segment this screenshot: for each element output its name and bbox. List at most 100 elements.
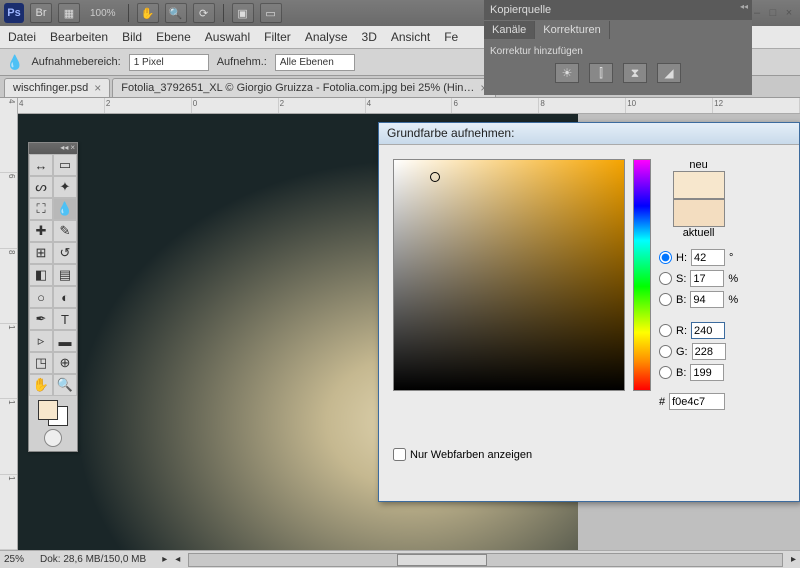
- color-field[interactable]: [393, 159, 625, 391]
- pen-tool[interactable]: ✒: [29, 308, 53, 330]
- menu-fenster[interactable]: Fe: [444, 30, 458, 44]
- status-zoom[interactable]: 25%: [4, 554, 24, 565]
- color-swatches[interactable]: [38, 400, 68, 426]
- opt-label-aufnahmebereich: Aufnahmebereich:: [31, 56, 120, 68]
- hue-slider[interactable]: [633, 159, 651, 391]
- tab-kanaele[interactable]: Kanäle: [484, 21, 535, 39]
- window-controls: – □ ×: [750, 6, 796, 20]
- lasso-tool[interactable]: ᔕ: [29, 176, 53, 198]
- h-scrollbar[interactable]: [188, 553, 783, 567]
- adj-levels-icon[interactable]: ⫿: [589, 63, 613, 83]
- doc-tab-1[interactable]: wischfinger.psd ×: [4, 78, 110, 97]
- 3d-tool[interactable]: ◳: [29, 352, 53, 374]
- h-radio[interactable]: [659, 251, 672, 264]
- hex-input[interactable]: [669, 393, 725, 410]
- zoom-dropdown[interactable]: 100%: [86, 6, 120, 21]
- rotate-tool-icon[interactable]: ⟳: [193, 3, 215, 23]
- blur-tool[interactable]: ○: [29, 286, 53, 308]
- panel-title[interactable]: Kopierquelle: [490, 4, 551, 16]
- panel-collapse-icon[interactable]: ◂◂: [740, 2, 748, 11]
- color-picker-title: Grundfarbe aufnehmen:: [379, 123, 799, 145]
- gradient-tool[interactable]: ▤: [53, 264, 77, 286]
- screen-mode-button[interactable]: ▭: [260, 3, 282, 23]
- b-radio[interactable]: [659, 293, 672, 306]
- sample-size-select[interactable]: 1 Pixel: [129, 54, 209, 71]
- ps-logo-icon: Ps: [4, 3, 24, 23]
- s-radio[interactable]: [659, 272, 672, 285]
- menu-auswahl[interactable]: Auswahl: [205, 30, 250, 44]
- marquee-tool[interactable]: ▭: [53, 154, 77, 176]
- restore-icon[interactable]: □: [766, 6, 780, 20]
- color-cursor-icon: [430, 172, 440, 182]
- s-input[interactable]: [690, 270, 724, 287]
- tab-korrekturen[interactable]: Korrekturen: [535, 21, 609, 39]
- new-color-swatch[interactable]: [673, 171, 725, 199]
- eyedropper-icon: 💧: [6, 54, 23, 71]
- b-input[interactable]: [690, 291, 724, 308]
- menu-datei[interactable]: Datei: [8, 30, 36, 44]
- status-bar: 25% Dok: 28,6 MB/150,0 MB ▸ ◂ ▸: [0, 550, 800, 568]
- adj-brightness-icon[interactable]: ☀: [555, 63, 579, 83]
- korrektur-add-label: Korrektur hinzufügen: [490, 46, 746, 57]
- 3d-camera-tool[interactable]: ⊕: [53, 352, 77, 374]
- panel-kopierquelle: ◂◂ Kopierquelle Kanäle Korrekturen Korre…: [484, 0, 752, 95]
- zoom-tool-icon[interactable]: 🔍: [165, 3, 187, 23]
- eyedropper-tool[interactable]: 💧: [53, 198, 77, 220]
- menu-3d[interactable]: 3D: [362, 30, 377, 44]
- g-input[interactable]: [692, 343, 726, 360]
- tab-close-icon[interactable]: ×: [94, 81, 101, 95]
- toolbox-header[interactable]: ◂◂×: [29, 143, 77, 154]
- heal-tool[interactable]: ✚: [29, 220, 53, 242]
- webonly-checkbox[interactable]: [393, 448, 406, 461]
- hand-tool-icon[interactable]: ✋: [137, 3, 159, 23]
- type-tool[interactable]: T: [53, 308, 77, 330]
- close-icon[interactable]: ×: [782, 6, 796, 20]
- bridge-button[interactable]: Br: [30, 3, 52, 23]
- bl-input[interactable]: [690, 364, 724, 381]
- adj-curves-icon[interactable]: ⧗: [623, 63, 647, 83]
- brush-tool[interactable]: ✎: [53, 220, 77, 242]
- path-sel-tool[interactable]: ▹: [29, 330, 53, 352]
- status-arrow-icon[interactable]: ▸: [162, 554, 167, 565]
- scroll-thumb[interactable]: [397, 554, 487, 566]
- menu-bild[interactable]: Bild: [122, 30, 142, 44]
- status-doc-info: Dok: 28,6 MB/150,0 MB: [32, 554, 154, 565]
- history-brush-tool[interactable]: ↺: [53, 242, 77, 264]
- current-color-label: aktuell: [683, 227, 715, 239]
- scroll-right-icon[interactable]: ▸: [791, 554, 796, 565]
- bl-radio[interactable]: [659, 366, 672, 379]
- webonly-label: Nur Webfarben anzeigen: [410, 449, 532, 461]
- toolbox: ◂◂× ↔ ▭ ᔕ ✦ ⛶ 💧 ✚ ✎ ⊞ ↺ ◧ ▤ ○ ◐ ✒ T ▹ ▬ …: [28, 142, 78, 452]
- scroll-left-icon[interactable]: ◂: [175, 554, 180, 565]
- ruler-vertical: 468111: [0, 98, 18, 550]
- stamp-tool[interactable]: ⊞: [29, 242, 53, 264]
- adj-exposure-icon[interactable]: ◢: [657, 63, 681, 83]
- eraser-tool[interactable]: ◧: [29, 264, 53, 286]
- menu-ansicht[interactable]: Ansicht: [391, 30, 430, 44]
- sample-layers-select[interactable]: Alle Ebenen: [275, 54, 355, 71]
- current-color-swatch[interactable]: [673, 199, 725, 227]
- minimize-icon[interactable]: –: [750, 6, 764, 20]
- crop-tool[interactable]: ⛶: [29, 198, 53, 220]
- menu-bearbeiten[interactable]: Bearbeiten: [50, 30, 108, 44]
- g-radio[interactable]: [659, 345, 672, 358]
- doc-tab-label: Fotolia_3792651_XL © Giorgio Gruizza - F…: [121, 82, 474, 94]
- menu-analyse[interactable]: Analyse: [305, 30, 348, 44]
- menu-ebene[interactable]: Ebene: [156, 30, 191, 44]
- h-input[interactable]: [691, 249, 725, 266]
- r-input[interactable]: [691, 322, 725, 339]
- zoom-tool[interactable]: 🔍: [53, 374, 77, 396]
- fg-swatch[interactable]: [38, 400, 58, 420]
- quickmask-toggle[interactable]: [44, 429, 62, 447]
- hand-tool[interactable]: ✋: [29, 374, 53, 396]
- layout-button[interactable]: ▣: [232, 3, 254, 23]
- r-radio[interactable]: [659, 324, 672, 337]
- film-button[interactable]: ▦: [58, 3, 80, 23]
- move-tool[interactable]: ↔: [29, 154, 53, 176]
- wand-tool[interactable]: ✦: [53, 176, 77, 198]
- menu-filter[interactable]: Filter: [264, 30, 291, 44]
- shape-tool[interactable]: ▬: [53, 330, 77, 352]
- dodge-tool[interactable]: ◐: [53, 286, 77, 308]
- doc-tab-2[interactable]: Fotolia_3792651_XL © Giorgio Gruizza - F…: [112, 78, 496, 97]
- doc-tab-label: wischfinger.psd: [13, 82, 88, 94]
